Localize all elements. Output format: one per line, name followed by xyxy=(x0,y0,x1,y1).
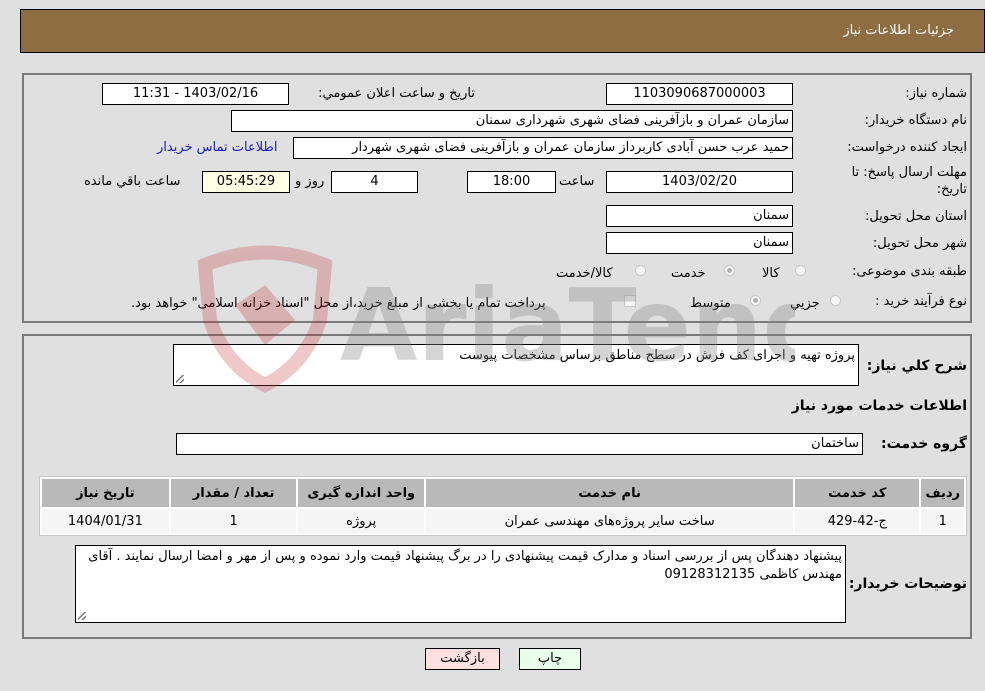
col-header-need-date: تاریخ نیاز xyxy=(42,479,169,507)
deadline-date-field[interactable]: 1403/02/20 xyxy=(606,171,793,193)
services-heading: اطلاعات خدمات مورد نیاز xyxy=(791,398,967,414)
cell-quantity: 1 xyxy=(170,509,297,533)
category-label: طبقه بندی موضوعی: xyxy=(851,264,967,279)
announce-datetime-field[interactable]: 1403/02/16 - 11:31 xyxy=(102,83,289,105)
resize-handle-icon[interactable] xyxy=(78,612,86,620)
deadline-time-label: ساعت xyxy=(559,174,595,189)
announce-datetime-label: تاریخ و ساعت اعلان عمومي: xyxy=(318,86,475,101)
treasury-bonds-checkbox[interactable] xyxy=(624,295,636,307)
days-label: روز و xyxy=(295,174,325,189)
need-number-field[interactable]: 1103090687000003 xyxy=(606,83,793,105)
description-label: شرح کلي نیاز: xyxy=(866,358,967,374)
time-remaining-label: ساعت باقي مانده xyxy=(84,174,181,189)
cell-service-name: ساخت سایر پروژه‌های مهندسی عمران xyxy=(426,509,794,533)
buyer-org-field[interactable]: سازمان عمران و بازآفرینی فضای شهری شهردا… xyxy=(231,110,793,132)
col-header-service-name: نام خدمت xyxy=(426,479,794,507)
cell-row-number: 1 xyxy=(921,509,964,533)
print-button[interactable]: چاپ xyxy=(519,648,581,670)
resize-handle-icon[interactable] xyxy=(176,375,184,383)
col-header-row-number: ردیف xyxy=(921,479,964,507)
delivery-city-field[interactable]: سمنان xyxy=(606,232,793,254)
page-title: جزئیات اطلاعات نیاز xyxy=(843,23,954,38)
delivery-province-field[interactable]: سمنان xyxy=(606,205,793,227)
back-button[interactable]: بازگشت xyxy=(425,648,500,670)
purchase-type-option-medium: متوسط xyxy=(690,296,731,311)
cell-service-code: ج-42-429 xyxy=(795,509,920,533)
category-option-goods: کالا xyxy=(762,266,780,281)
days-remaining-field[interactable]: 4 xyxy=(331,171,418,193)
time-remaining-field: 05:45:29 xyxy=(202,171,290,193)
description-textarea[interactable]: پروژه تهیه و اجرای کف فرش در سطح مناطق ب… xyxy=(173,344,859,386)
requester-field[interactable]: حمید عرب حسن آبادی کاربرداز سازمان عمران… xyxy=(293,137,793,159)
purchase-type-label: نوع فرآیند خرید : xyxy=(875,294,967,309)
deadline-label-line1: مهلت ارسال پاسخ: تا xyxy=(851,165,967,180)
cell-need-date: 1404/01/31 xyxy=(42,509,169,533)
table-header-row: ردیف کد خدمت نام خدمت واحد اندازه گیری ت… xyxy=(42,479,964,507)
category-radio-service[interactable] xyxy=(724,265,735,276)
col-header-quantity: تعداد / مقدار xyxy=(170,479,297,507)
buyer-notes-textarea[interactable]: پیشنهاد دهندگان پس از بررسی اسناد و مدار… xyxy=(75,545,846,623)
buyer-contact-link[interactable]: اطلاعات تماس خریدار xyxy=(157,140,277,155)
col-header-service-code: کد خدمت xyxy=(795,479,920,507)
cell-unit: پروژه xyxy=(298,509,425,533)
deadline-label-line2: تاریخ: xyxy=(936,182,967,197)
requester-label: ایجاد کننده درخواست: xyxy=(847,140,967,155)
delivery-city-label: شهر محل تحویل: xyxy=(872,236,967,251)
category-radio-goods[interactable] xyxy=(795,265,806,276)
description-text: پروژه تهیه و اجرای کف فرش در سطح مناطق ب… xyxy=(459,348,855,363)
purchase-type-radio-minor[interactable] xyxy=(830,295,841,306)
service-group-field[interactable]: ساختمان xyxy=(176,433,863,455)
col-header-unit: واحد اندازه گیری xyxy=(298,479,425,507)
buyer-org-label: نام دستگاه خریدار: xyxy=(864,113,967,128)
deadline-time-field[interactable]: 18:00 xyxy=(467,171,556,193)
buyer-notes-text: پیشنهاد دهندگان پس از بررسی اسناد و مدار… xyxy=(88,549,842,582)
category-radio-goods-service[interactable] xyxy=(635,265,646,276)
buyer-notes-label: توضیحات خریدار: xyxy=(848,576,967,592)
delivery-province-label: استان محل تحویل: xyxy=(865,209,967,224)
service-group-label: گروه خدمت: xyxy=(881,436,967,452)
category-option-goods-service: کالا/خدمت xyxy=(556,266,613,281)
page-header: جزئیات اطلاعات نیاز xyxy=(20,9,985,53)
need-number-label: شماره نیاز: xyxy=(905,86,967,101)
table-row: 1 ج-42-429 ساخت سایر پروژه‌های مهندسی عم… xyxy=(42,509,964,533)
category-option-service: خدمت xyxy=(671,266,706,281)
purchase-type-option-minor: جزيي xyxy=(790,296,820,311)
purchase-type-radio-medium[interactable] xyxy=(750,295,761,306)
services-table: ردیف کد خدمت نام خدمت واحد اندازه گیری ت… xyxy=(39,476,967,536)
treasury-bonds-label: پرداخت تمام یا بخشی از مبلغ خرید،از محل … xyxy=(131,296,546,311)
